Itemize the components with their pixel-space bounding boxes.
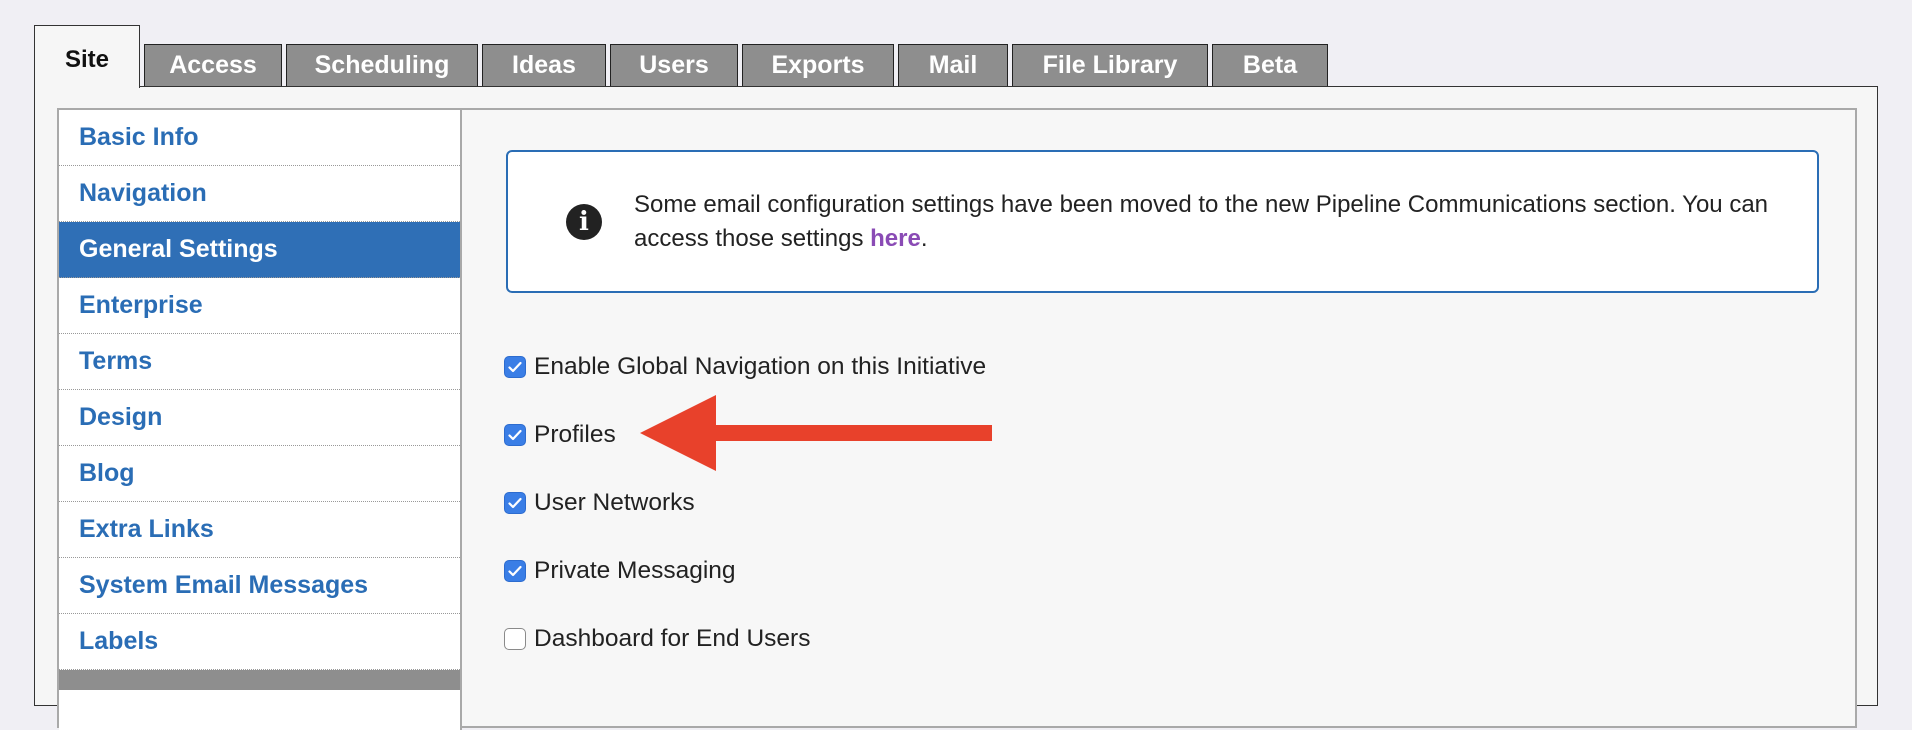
option-user-networks: User Networks xyxy=(504,489,695,517)
sidebar-item-general-settings[interactable]: General Settings xyxy=(59,222,460,278)
red-arrow-icon xyxy=(640,395,992,471)
tab-exports[interactable]: Exports xyxy=(742,44,894,86)
notice-here-link[interactable]: here xyxy=(870,225,921,252)
tab-beta[interactable]: Beta xyxy=(1212,44,1328,86)
dashboard-end-users-label[interactable]: Dashboard for End Users xyxy=(534,625,810,653)
sidebar-item-extra-links[interactable]: Extra Links xyxy=(59,502,460,558)
sidebar-footer-bar xyxy=(59,670,460,690)
sidebar-item-enterprise[interactable]: Enterprise xyxy=(59,278,460,334)
option-dashboard-end-users: Dashboard for End Users xyxy=(504,625,810,653)
tab-users[interactable]: Users xyxy=(610,44,738,86)
private-messaging-checkbox[interactable] xyxy=(504,560,526,582)
tab-access[interactable]: Access xyxy=(144,44,282,86)
global-navigation-checkbox[interactable] xyxy=(504,356,526,378)
sidebar-item-labels[interactable]: Labels xyxy=(59,614,460,670)
tab-scheduling[interactable]: Scheduling xyxy=(286,44,478,86)
notice-message: Some email configuration settings have b… xyxy=(634,191,1769,252)
notice-period: . xyxy=(920,225,928,252)
global-navigation-label[interactable]: Enable Global Navigation on this Initiat… xyxy=(534,353,986,381)
sidebar-item-terms[interactable]: Terms xyxy=(59,334,460,390)
tab-site[interactable]: Site xyxy=(34,25,140,88)
option-global-navigation: Enable Global Navigation on this Initiat… xyxy=(504,353,986,381)
option-private-messaging: Private Messaging xyxy=(504,557,736,585)
tab-file-library[interactable]: File Library xyxy=(1012,44,1208,86)
user-networks-label[interactable]: User Networks xyxy=(534,489,695,517)
profiles-label[interactable]: Profiles xyxy=(534,421,616,449)
sidebar-item-basic-info[interactable]: Basic Info xyxy=(59,110,460,166)
dashboard-end-users-checkbox[interactable] xyxy=(504,628,526,650)
sidebar-item-navigation[interactable]: Navigation xyxy=(59,166,460,222)
settings-sidebar: Basic Info Navigation General Settings E… xyxy=(59,110,462,730)
tab-ideas[interactable]: Ideas xyxy=(482,44,606,86)
checkmark-icon xyxy=(508,565,522,577)
info-icon: i xyxy=(566,204,602,240)
private-messaging-label[interactable]: Private Messaging xyxy=(534,557,736,585)
checkmark-icon xyxy=(508,361,522,373)
user-networks-checkbox[interactable] xyxy=(504,492,526,514)
sidebar-item-system-email-messages[interactable]: System Email Messages xyxy=(59,558,460,614)
sidebar-item-blog[interactable]: Blog xyxy=(59,446,460,502)
tab-mail[interactable]: Mail xyxy=(898,44,1008,86)
checkmark-icon xyxy=(508,429,522,441)
option-profiles: Profiles xyxy=(504,421,616,449)
email-settings-notice: i Some email configuration settings have… xyxy=(506,150,1819,293)
notice-text: Some email configuration settings have b… xyxy=(634,188,1794,256)
profiles-checkbox[interactable] xyxy=(504,424,526,446)
sidebar-item-design[interactable]: Design xyxy=(59,390,460,446)
checkmark-icon xyxy=(508,497,522,509)
